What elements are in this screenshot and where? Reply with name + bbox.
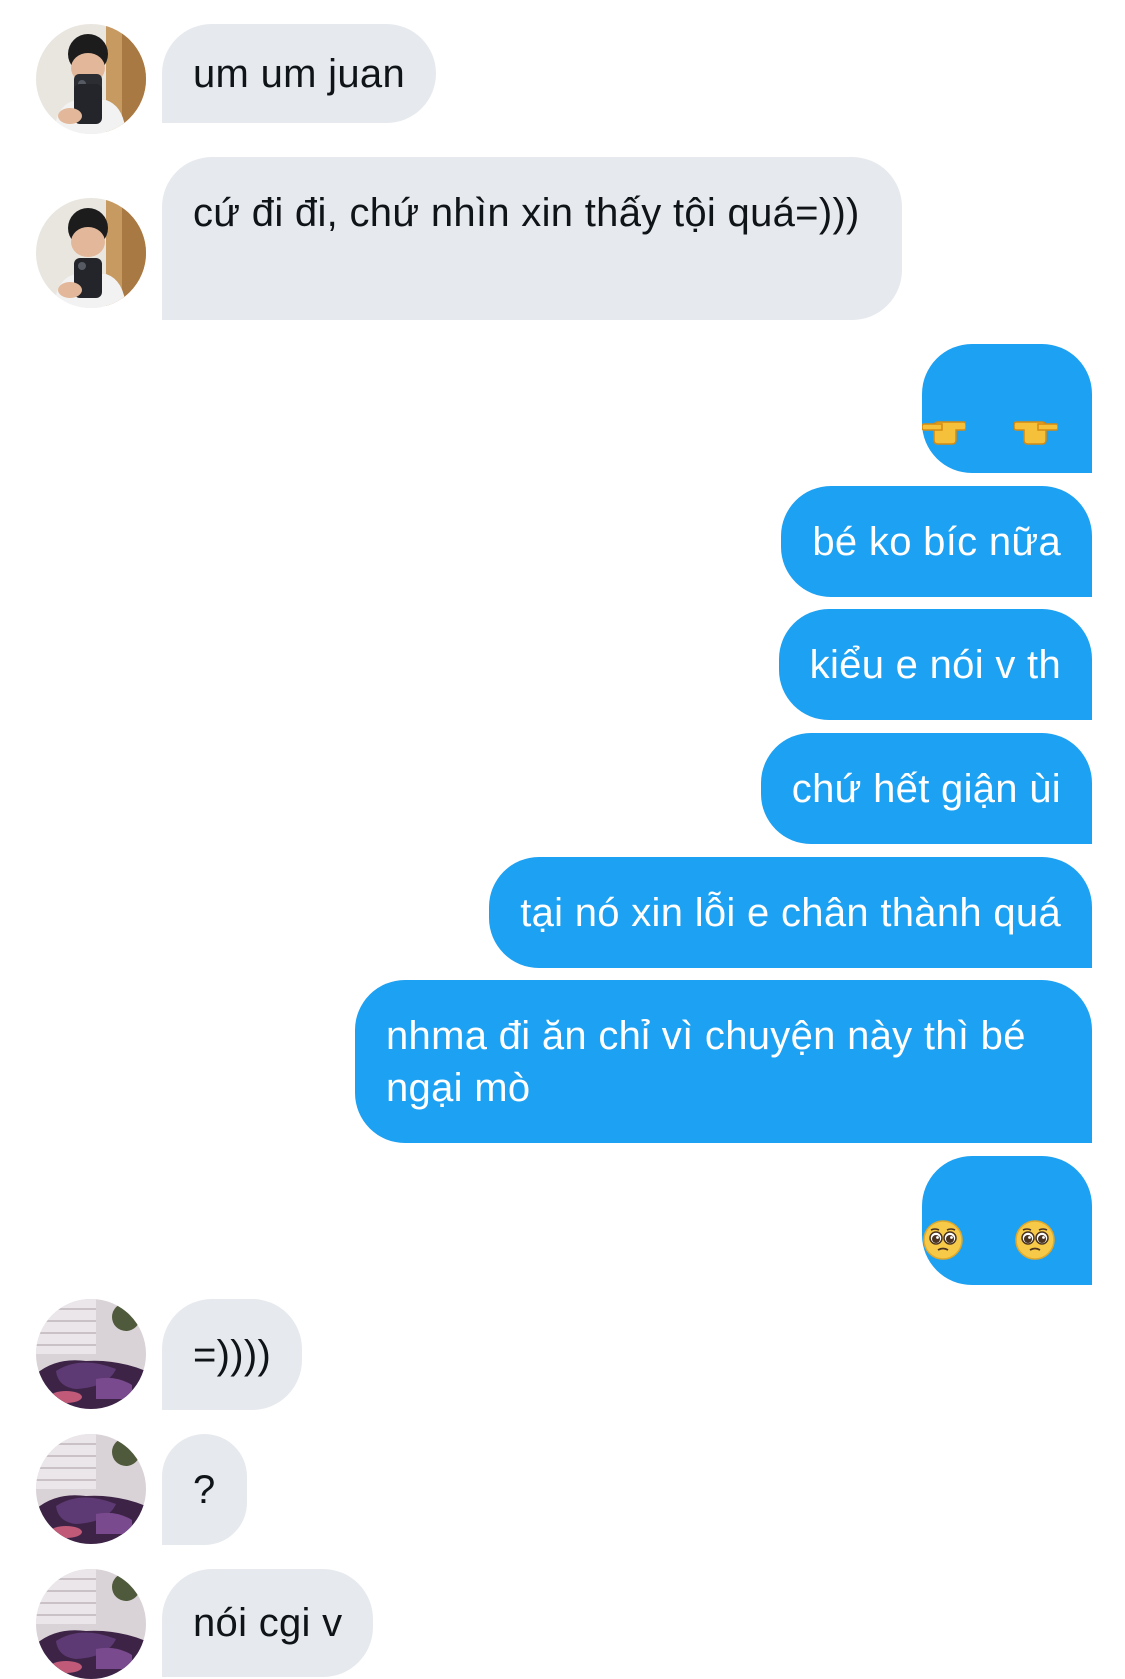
message-text: nhma đi ăn chỉ vì chuyện này thì bé ngại… — [386, 1014, 1038, 1110]
pleading-face-icon — [922, 1115, 1000, 1326]
outgoing-message-bubble[interactable]: tại nó xin lỗi e chân thành quá — [489, 857, 1092, 968]
backhand-index-pointing-right-icon — [1013, 304, 1092, 513]
message-text: chứ hết giận ùi — [791, 766, 1061, 811]
incoming-message-bubble[interactable]: =)))) — [162, 1299, 303, 1410]
message-text: um um juan — [193, 51, 405, 96]
message-text: =)))) — [193, 1332, 272, 1377]
avatar-boy-phone-icon[interactable] — [36, 198, 146, 308]
conversation-thread: um um juan cứ đi đi, chứ nhìn xin thấy t… — [0, 0, 1125, 1679]
outgoing-message-bubble[interactable]: bé ko bíc nữa — [781, 486, 1092, 597]
outgoing-message-bubble[interactable] — [921, 344, 1092, 473]
avatar-purple-room-icon[interactable] — [36, 1434, 146, 1544]
incoming-message-bubble[interactable]: um um juan — [162, 24, 436, 123]
message-text: bé ko bíc nữa — [812, 519, 1061, 564]
avatar-boy-phone-icon[interactable] — [36, 24, 146, 134]
message-text: cứ đi đi, chứ nhìn xin thấy tội quá=))) — [193, 191, 860, 235]
incoming-message-bubble[interactable]: nói cgi v — [162, 1569, 374, 1677]
message-text: kiểu e nói v th — [809, 642, 1061, 687]
outgoing-message-bubble[interactable]: chứ hết giận ùi — [760, 733, 1092, 844]
outgoing-message-bubble[interactable] — [922, 1156, 1092, 1285]
incoming-message-bubble[interactable]: ? — [162, 1434, 247, 1545]
avatar-purple-room-icon[interactable] — [36, 1299, 146, 1409]
avatar-purple-room-icon[interactable] — [36, 1569, 146, 1679]
backhand-index-pointing-left-icon — [921, 304, 1000, 513]
message-text: ? — [193, 1467, 216, 1512]
message-text: nói cgi v — [193, 1601, 343, 1645]
message-text: tại nó xin lỗi e chân thành quá — [520, 890, 1061, 935]
incoming-message-bubble[interactable]: cứ đi đi, chứ nhìn xin thấy tội quá=))) — [162, 157, 902, 320]
outgoing-message-bubble[interactable]: kiểu e nói v th — [778, 609, 1092, 720]
pleading-face-icon — [1014, 1115, 1092, 1326]
